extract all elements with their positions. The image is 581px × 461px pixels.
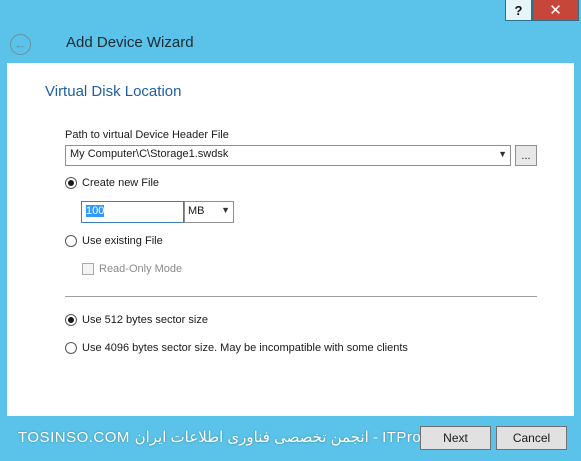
sector-4096-label: Use 4096 bytes sector size. May be incom… [82, 342, 408, 354]
create-new-radio[interactable] [65, 177, 77, 189]
path-value: My Computer\C\Storage1.swdsk [70, 148, 229, 160]
create-new-label: Create new File [82, 177, 160, 189]
sector-512-option[interactable]: Use 512 bytes sector size [65, 314, 208, 326]
read-only-label: Read-Only Mode [99, 263, 183, 275]
wizard-title: Add Device Wizard [66, 34, 194, 51]
sector-4096-radio[interactable] [65, 342, 77, 354]
sector-4096-option[interactable]: Use 4096 bytes sector size. May be incom… [65, 342, 408, 354]
page-heading: Virtual Disk Location [45, 83, 182, 100]
unit-value: MB [188, 205, 205, 217]
help-button[interactable]: ? [505, 0, 532, 21]
sector-512-label: Use 512 bytes sector size [82, 314, 208, 326]
create-new-option[interactable]: Create new File [65, 177, 159, 189]
back-button[interactable]: ← [10, 34, 31, 55]
browse-button[interactable]: ... [515, 145, 537, 166]
close-button[interactable]: ✕ [532, 0, 579, 21]
use-existing-radio[interactable] [65, 235, 77, 247]
path-label: Path to virtual Device Header File [65, 129, 229, 141]
unit-select[interactable]: MB ▼ [184, 201, 234, 223]
wizard-window: ? ✕ ← Add Device Wizard Virtual Disk Loc… [0, 0, 581, 461]
size-input[interactable]: 100 [81, 201, 184, 223]
size-value: 100 [86, 205, 105, 217]
read-only-option[interactable]: Read-Only Mode [82, 263, 182, 275]
content-panel: Virtual Disk Location Path to virtual De… [7, 63, 574, 416]
next-button[interactable]: Next [420, 426, 491, 450]
chevron-down-icon[interactable]: ▼ [498, 149, 507, 159]
watermark: TOSINSO.COM انجمن تخصصی فناوری اطلاعات ا… [18, 429, 436, 446]
back-arrow-icon: ← [14, 37, 27, 52]
cancel-button[interactable]: Cancel [496, 426, 567, 450]
divider [65, 296, 537, 297]
sector-512-radio[interactable] [65, 314, 77, 326]
path-combobox[interactable]: My Computer\C\Storage1.swdsk ▼ [65, 145, 511, 166]
use-existing-label: Use existing File [82, 235, 163, 247]
chevron-down-icon[interactable]: ▼ [221, 205, 230, 215]
use-existing-option[interactable]: Use existing File [65, 235, 163, 247]
read-only-checkbox[interactable] [82, 263, 94, 275]
